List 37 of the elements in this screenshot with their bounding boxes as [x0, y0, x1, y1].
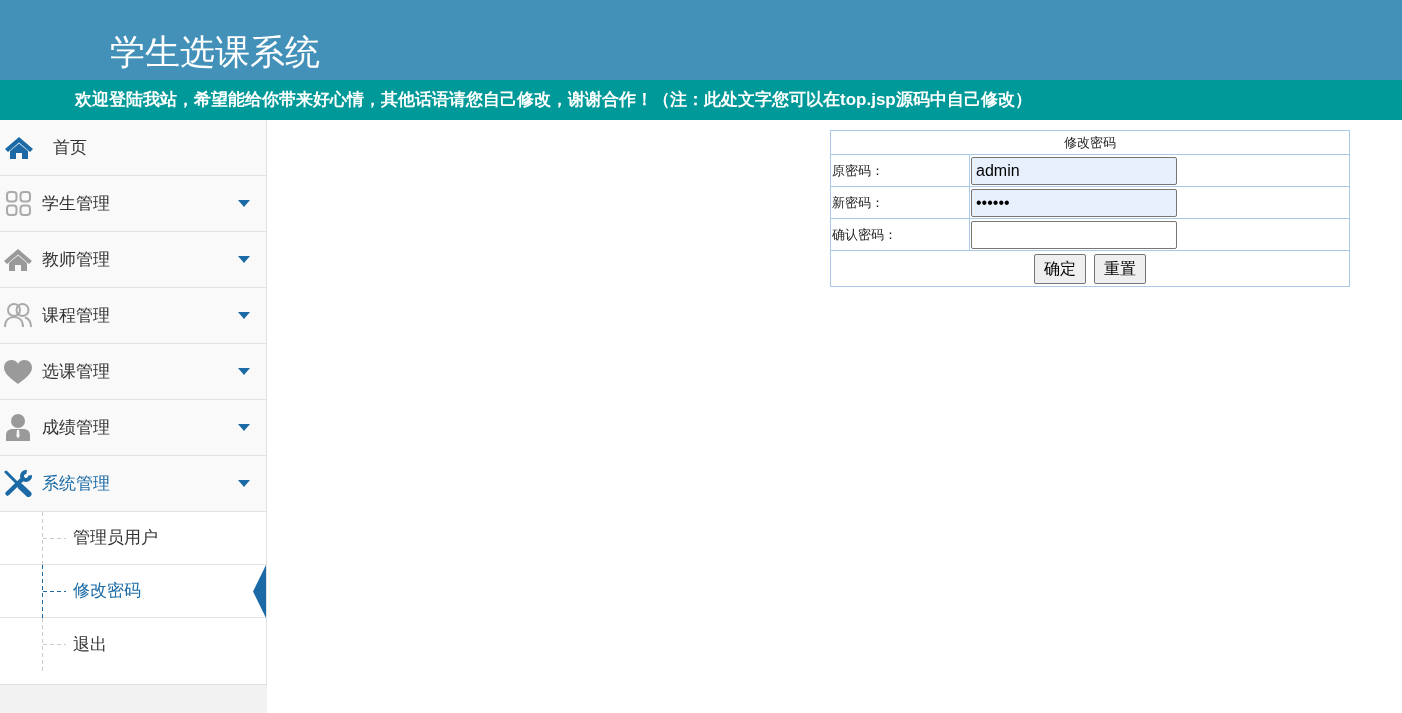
sidebar-menu-item[interactable]: 选课管理	[0, 344, 267, 400]
input-field[interactable]: ••••••	[971, 188, 1177, 217]
sidebar-menu-item[interactable]: 首页	[0, 120, 267, 176]
site-title: 学生选课系统	[110, 31, 320, 74]
field-label: 原密码：	[830, 154, 970, 187]
form-button[interactable]: 确定	[1034, 253, 1086, 284]
two-people-icon	[4, 303, 32, 328]
caret-down-icon	[238, 200, 250, 207]
tree-connector	[42, 565, 66, 618]
house-icon	[5, 136, 33, 159]
submenu-item[interactable]: 管理员用户	[0, 512, 266, 565]
form-button[interactable]: 重置	[1094, 253, 1146, 284]
sidebar-menu-item[interactable]: 系统管理	[0, 456, 267, 512]
tree-connector	[42, 618, 66, 671]
tree-connector	[42, 512, 66, 565]
field-label: 确认密码：	[830, 218, 970, 251]
caret-down-icon	[238, 480, 250, 487]
wrench-screwdriver-icon	[4, 470, 32, 497]
welcome-banner-text: 欢迎登陆我站，希望能给你带来好心情，其他话语请您自己修改，谢谢合作！（注：此处文字您可以在top.jsp源码中自己修改）	[75, 89, 1032, 112]
field-label: 新密码：	[830, 186, 970, 219]
heart-icon	[4, 359, 32, 384]
caret-down-icon	[238, 312, 250, 319]
caret-down-icon	[238, 256, 250, 263]
caret-down-icon	[238, 368, 250, 375]
form-title: 修改密码	[830, 130, 1350, 155]
sidebar-menu-item[interactable]: 成绩管理	[0, 400, 267, 456]
grid-icon	[5, 191, 31, 216]
selection-pointer-icon	[253, 565, 266, 618]
input-field[interactable]: admin	[971, 156, 1177, 185]
sidebar-menu-item[interactable]: 课程管理	[0, 288, 267, 344]
sidebar-menu-item[interactable]: 教师管理	[0, 232, 267, 288]
submenu-item[interactable]: 修改密码	[0, 565, 266, 618]
input-field[interactable]	[971, 220, 1177, 249]
person-icon	[6, 414, 30, 441]
house-icon	[4, 248, 32, 271]
caret-down-icon	[238, 424, 250, 431]
sidebar-menu-item[interactable]: 学生管理	[0, 176, 267, 232]
